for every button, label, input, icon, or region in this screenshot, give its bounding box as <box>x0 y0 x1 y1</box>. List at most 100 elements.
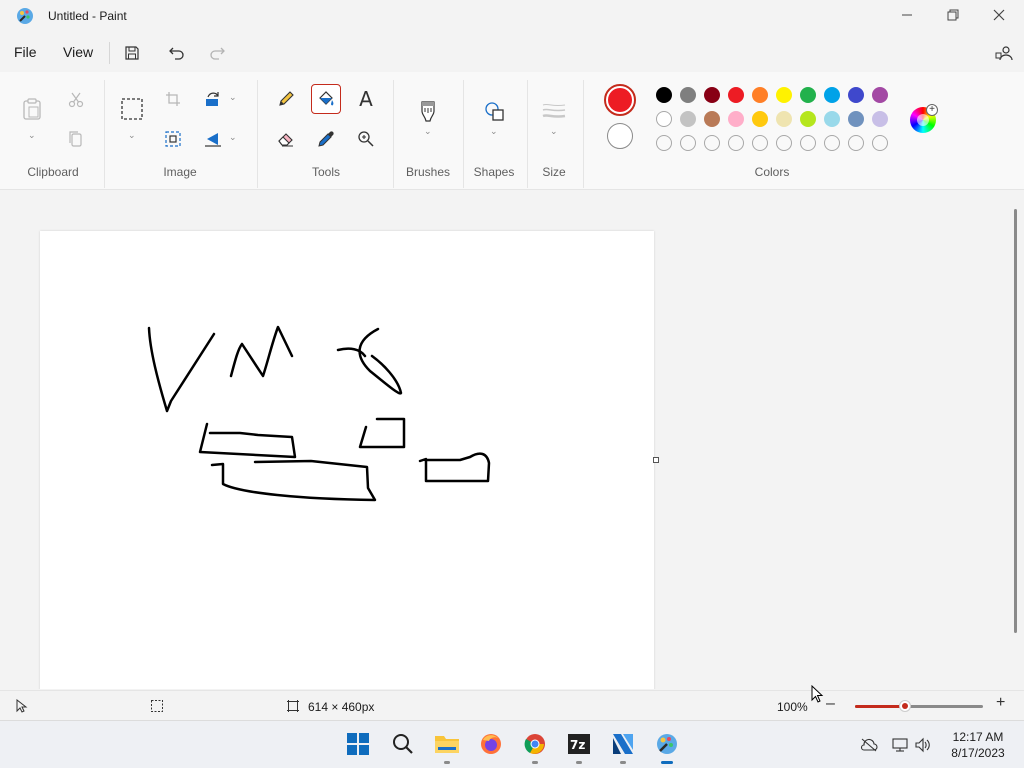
volume-tray-button[interactable] <box>913 735 933 755</box>
crop-button[interactable] <box>158 84 188 114</box>
running-indicator <box>576 761 582 764</box>
paint-button[interactable] <box>652 729 682 759</box>
start-button[interactable] <box>343 729 373 759</box>
color-swatch[interactable] <box>752 87 768 103</box>
paste-button[interactable] <box>17 94 47 124</box>
fill-tool[interactable] <box>311 84 341 114</box>
color-swatch[interactable] <box>704 111 720 127</box>
search-icon <box>393 734 413 754</box>
color-picker-tool[interactable] <box>311 124 341 154</box>
workspace <box>0 191 1024 689</box>
color-swatch[interactable] <box>776 111 792 127</box>
pencil-tool[interactable] <box>271 84 301 114</box>
secondary-color-button[interactable] <box>607 123 633 149</box>
chrome-button[interactable] <box>520 729 550 759</box>
empty-color-slot[interactable] <box>776 135 792 151</box>
firefox-button[interactable] <box>476 729 506 759</box>
running-indicator <box>532 761 538 764</box>
text-tool[interactable]: A <box>351 84 381 114</box>
zoom-in-button[interactable]: + <box>996 694 1012 714</box>
selection-rectangle-icon <box>121 98 143 120</box>
empty-color-slot[interactable] <box>728 135 744 151</box>
color-swatch[interactable] <box>824 111 840 127</box>
color-swatch[interactable] <box>728 111 744 127</box>
rotate-icon <box>206 92 219 106</box>
empty-color-slot[interactable] <box>800 135 816 151</box>
resize-button[interactable] <box>158 124 188 154</box>
file-explorer-button[interactable] <box>432 729 462 759</box>
network-tray-button[interactable] <box>890 735 910 755</box>
brushes-dropdown-chevron-icon[interactable]: ⌄ <box>424 126 432 137</box>
empty-color-slot[interactable] <box>848 135 864 151</box>
undo-button[interactable] <box>162 38 192 68</box>
save-button[interactable] <box>117 38 147 68</box>
empty-color-slot[interactable] <box>752 135 768 151</box>
empty-color-slot[interactable] <box>824 135 840 151</box>
onedrive-tray-button[interactable] <box>859 735 879 755</box>
active-indicator <box>661 761 673 764</box>
color-swatch[interactable] <box>776 87 792 103</box>
color-swatch[interactable] <box>872 111 888 127</box>
color-swatch[interactable] <box>848 111 864 127</box>
flip-dropdown-chevron-icon[interactable]: ⌄ <box>229 132 237 143</box>
shapes-button[interactable] <box>479 96 509 126</box>
view-menu[interactable]: View <box>63 44 93 60</box>
select-button[interactable] <box>117 94 147 124</box>
shapes-dropdown-chevron-icon[interactable]: ⌄ <box>490 126 498 137</box>
restore-button[interactable] <box>930 0 976 30</box>
zoom-slider-fill <box>855 705 905 708</box>
empty-color-slot[interactable] <box>680 135 696 151</box>
cloud-offline-icon <box>860 738 878 752</box>
eraser-tool[interactable] <box>271 124 301 154</box>
rotate-dropdown-chevron-icon[interactable]: ⌄ <box>229 92 237 103</box>
select-dropdown-chevron-icon[interactable]: ⌄ <box>128 130 136 141</box>
color-swatch[interactable] <box>704 87 720 103</box>
close-button[interactable] <box>976 0 1022 30</box>
shapes-group-label: Shapes <box>473 165 515 179</box>
search-button[interactable] <box>388 729 418 759</box>
color-swatch[interactable] <box>728 87 744 103</box>
redo-icon <box>210 47 225 60</box>
brushes-button[interactable] <box>413 96 443 126</box>
paste-dropdown-chevron-icon[interactable]: ⌄ <box>28 130 36 141</box>
copy-button[interactable] <box>61 124 91 154</box>
rotate-button[interactable] <box>198 84 228 114</box>
color-swatch[interactable] <box>800 87 816 103</box>
copy-icon <box>69 131 82 147</box>
color-swatch[interactable] <box>800 111 816 127</box>
color-swatch[interactable] <box>656 111 672 127</box>
svg-text:7z: 7z <box>570 738 585 752</box>
file-menu[interactable]: File <box>14 44 37 60</box>
minimize-button[interactable] <box>884 0 930 30</box>
color-swatch[interactable] <box>656 87 672 103</box>
color-swatch[interactable] <box>680 111 696 127</box>
empty-color-slot[interactable] <box>656 135 672 151</box>
zoom-percentage[interactable]: 100% <box>777 700 808 714</box>
app-button[interactable] <box>608 729 638 759</box>
color-swatch[interactable] <box>872 87 888 103</box>
color-swatch[interactable] <box>848 87 864 103</box>
zoom-slider-thumb[interactable] <box>898 700 911 712</box>
cut-button[interactable] <box>61 85 91 115</box>
zoom-out-button[interactable]: – <box>826 695 842 715</box>
canvas-drawing <box>147 325 491 502</box>
flip-button[interactable] <box>198 124 228 154</box>
color-swatch[interactable] <box>680 87 696 103</box>
canvas-resize-handle[interactable] <box>653 457 659 463</box>
drawing-canvas[interactable] <box>40 231 654 689</box>
primary-color-button[interactable] <box>604 84 636 116</box>
color-swatch[interactable] <box>824 87 840 103</box>
size-dropdown-chevron-icon[interactable]: ⌄ <box>550 126 558 137</box>
redo-button[interactable] <box>202 38 232 68</box>
account-button[interactable] <box>989 38 1019 68</box>
size-button[interactable] <box>539 96 569 126</box>
7zip-button[interactable]: 7z <box>564 729 594 759</box>
empty-color-slot[interactable] <box>872 135 888 151</box>
empty-color-slot[interactable] <box>704 135 720 151</box>
zoom-slider[interactable] <box>855 700 983 712</box>
vertical-scrollbar[interactable] <box>1014 209 1017 633</box>
brush-icon <box>421 101 435 122</box>
color-swatch[interactable] <box>752 111 768 127</box>
magnifier-tool[interactable] <box>351 124 381 154</box>
taskbar-clock[interactable]: 12:17 AM 8/17/2023 <box>940 729 1016 761</box>
